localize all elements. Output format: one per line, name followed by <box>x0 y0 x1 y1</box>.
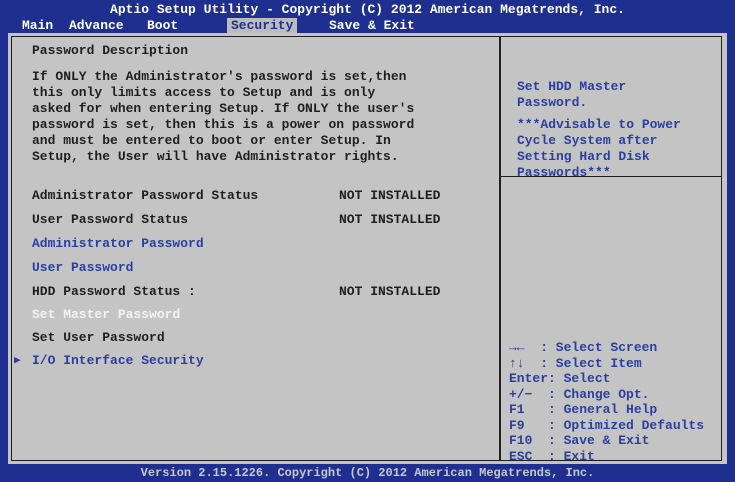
tab-boot[interactable]: Boot <box>147 18 178 34</box>
user-password-status-value: NOT INSTALLED <box>339 212 441 227</box>
key-legend: →← : Select Screen ↑↓ : Select Item Ente… <box>509 340 729 464</box>
help-line-1: Set HDD Master Password. <box>517 79 627 110</box>
key-f10: F10 : Save & Exit <box>509 433 650 448</box>
admin-password-status-label: Administrator Password Status <box>32 188 259 203</box>
password-description-text: If ONLY the Administrator's password is … <box>32 69 415 164</box>
key-change-opt: +/− : Change Opt. <box>509 386 650 402</box>
administrator-password-label: Administrator Password <box>32 236 204 251</box>
admin-password-status-value: NOT INSTALLED <box>339 188 441 203</box>
tab-security[interactable]: Security <box>227 18 298 34</box>
version-footer: Version 2.15.1226. Copyright (C) 2012 Am… <box>140 466 595 480</box>
tab-main[interactable]: Main <box>22 18 53 34</box>
password-description-heading: Password Description <box>32 43 189 58</box>
help-line-2: ***Advisable to Power Cycle System after… <box>517 117 681 180</box>
io-interface-security-label: I/O Interface Security <box>32 353 204 368</box>
key-enter: Enter: Select <box>509 371 611 386</box>
key-esc: ESC : Exit <box>509 448 595 464</box>
tab-save-exit[interactable]: Save & Exit <box>329 18 415 34</box>
key-select-item: ↑↓ : Select Item <box>509 355 642 371</box>
hdd-password-status-label: HDD Password Status : <box>32 284 196 299</box>
user-password-status-label: User Password Status <box>32 212 189 227</box>
set-user-password-label: Set User Password <box>32 330 165 345</box>
hdd-password-status-value: NOT INSTALLED <box>339 284 441 299</box>
window-title: Aptio Setup Utility - Copyright (C) 2012… <box>110 2 625 17</box>
tab-advance[interactable]: Advance <box>69 18 124 34</box>
key-f1: F1 : General Help <box>509 402 658 417</box>
tab-bar: Main Advance Boot Security Save & Exit <box>0 18 735 34</box>
help-text: Set HDD Master Password. ***Advisable to… <box>517 79 717 187</box>
key-f9: F9 : Optimized Defaults <box>509 417 705 433</box>
submenu-arrow-icon: ▶ <box>14 355 21 367</box>
main-panel: Password Description If ONLY the Adminis… <box>8 33 727 464</box>
key-select-screen: →← : Select Screen <box>509 340 658 355</box>
set-master-password-label: Set Master Password <box>32 307 181 322</box>
user-password-label: User Password <box>32 260 134 275</box>
